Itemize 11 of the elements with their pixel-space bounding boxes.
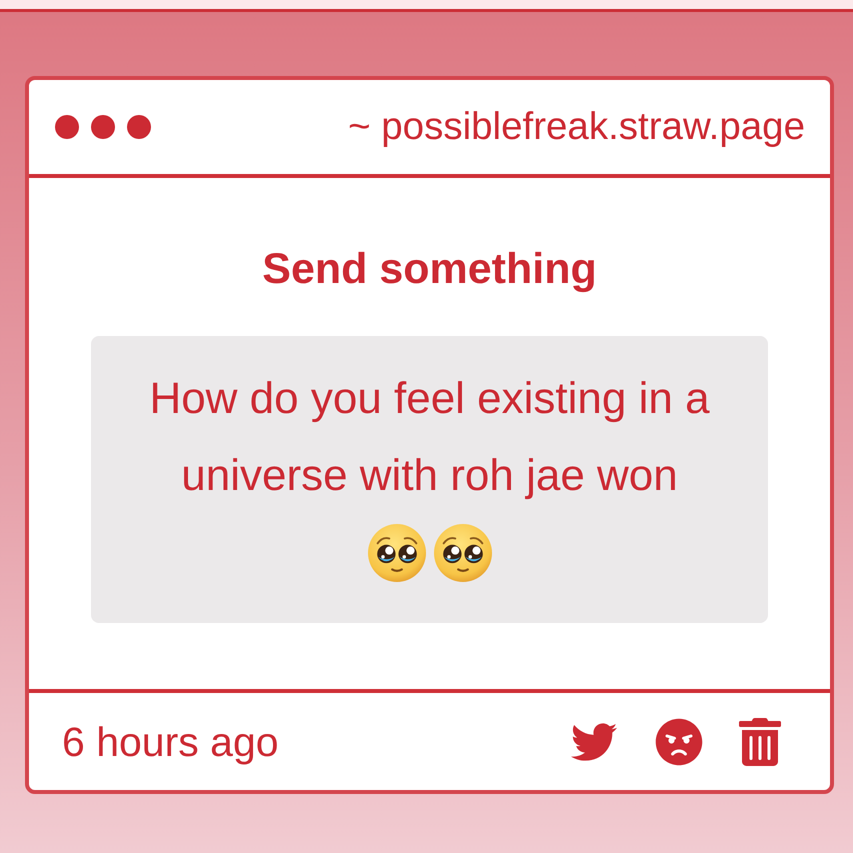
dot-icon — [91, 115, 115, 139]
pleading-face-icon — [368, 524, 426, 582]
pleading-face-icon — [434, 524, 492, 582]
dot-icon — [127, 115, 151, 139]
page-url: ~ possiblefreak.straw.page — [348, 105, 805, 149]
dot-icon — [55, 115, 79, 139]
angry-face-icon[interactable] — [655, 718, 703, 766]
question-text: How do you feel existing in a universe with roh jae won — [148, 373, 711, 502]
trash-icon[interactable] — [739, 718, 781, 766]
heading: Send something — [262, 244, 597, 295]
timestamp: 6 hours ago — [62, 718, 279, 766]
